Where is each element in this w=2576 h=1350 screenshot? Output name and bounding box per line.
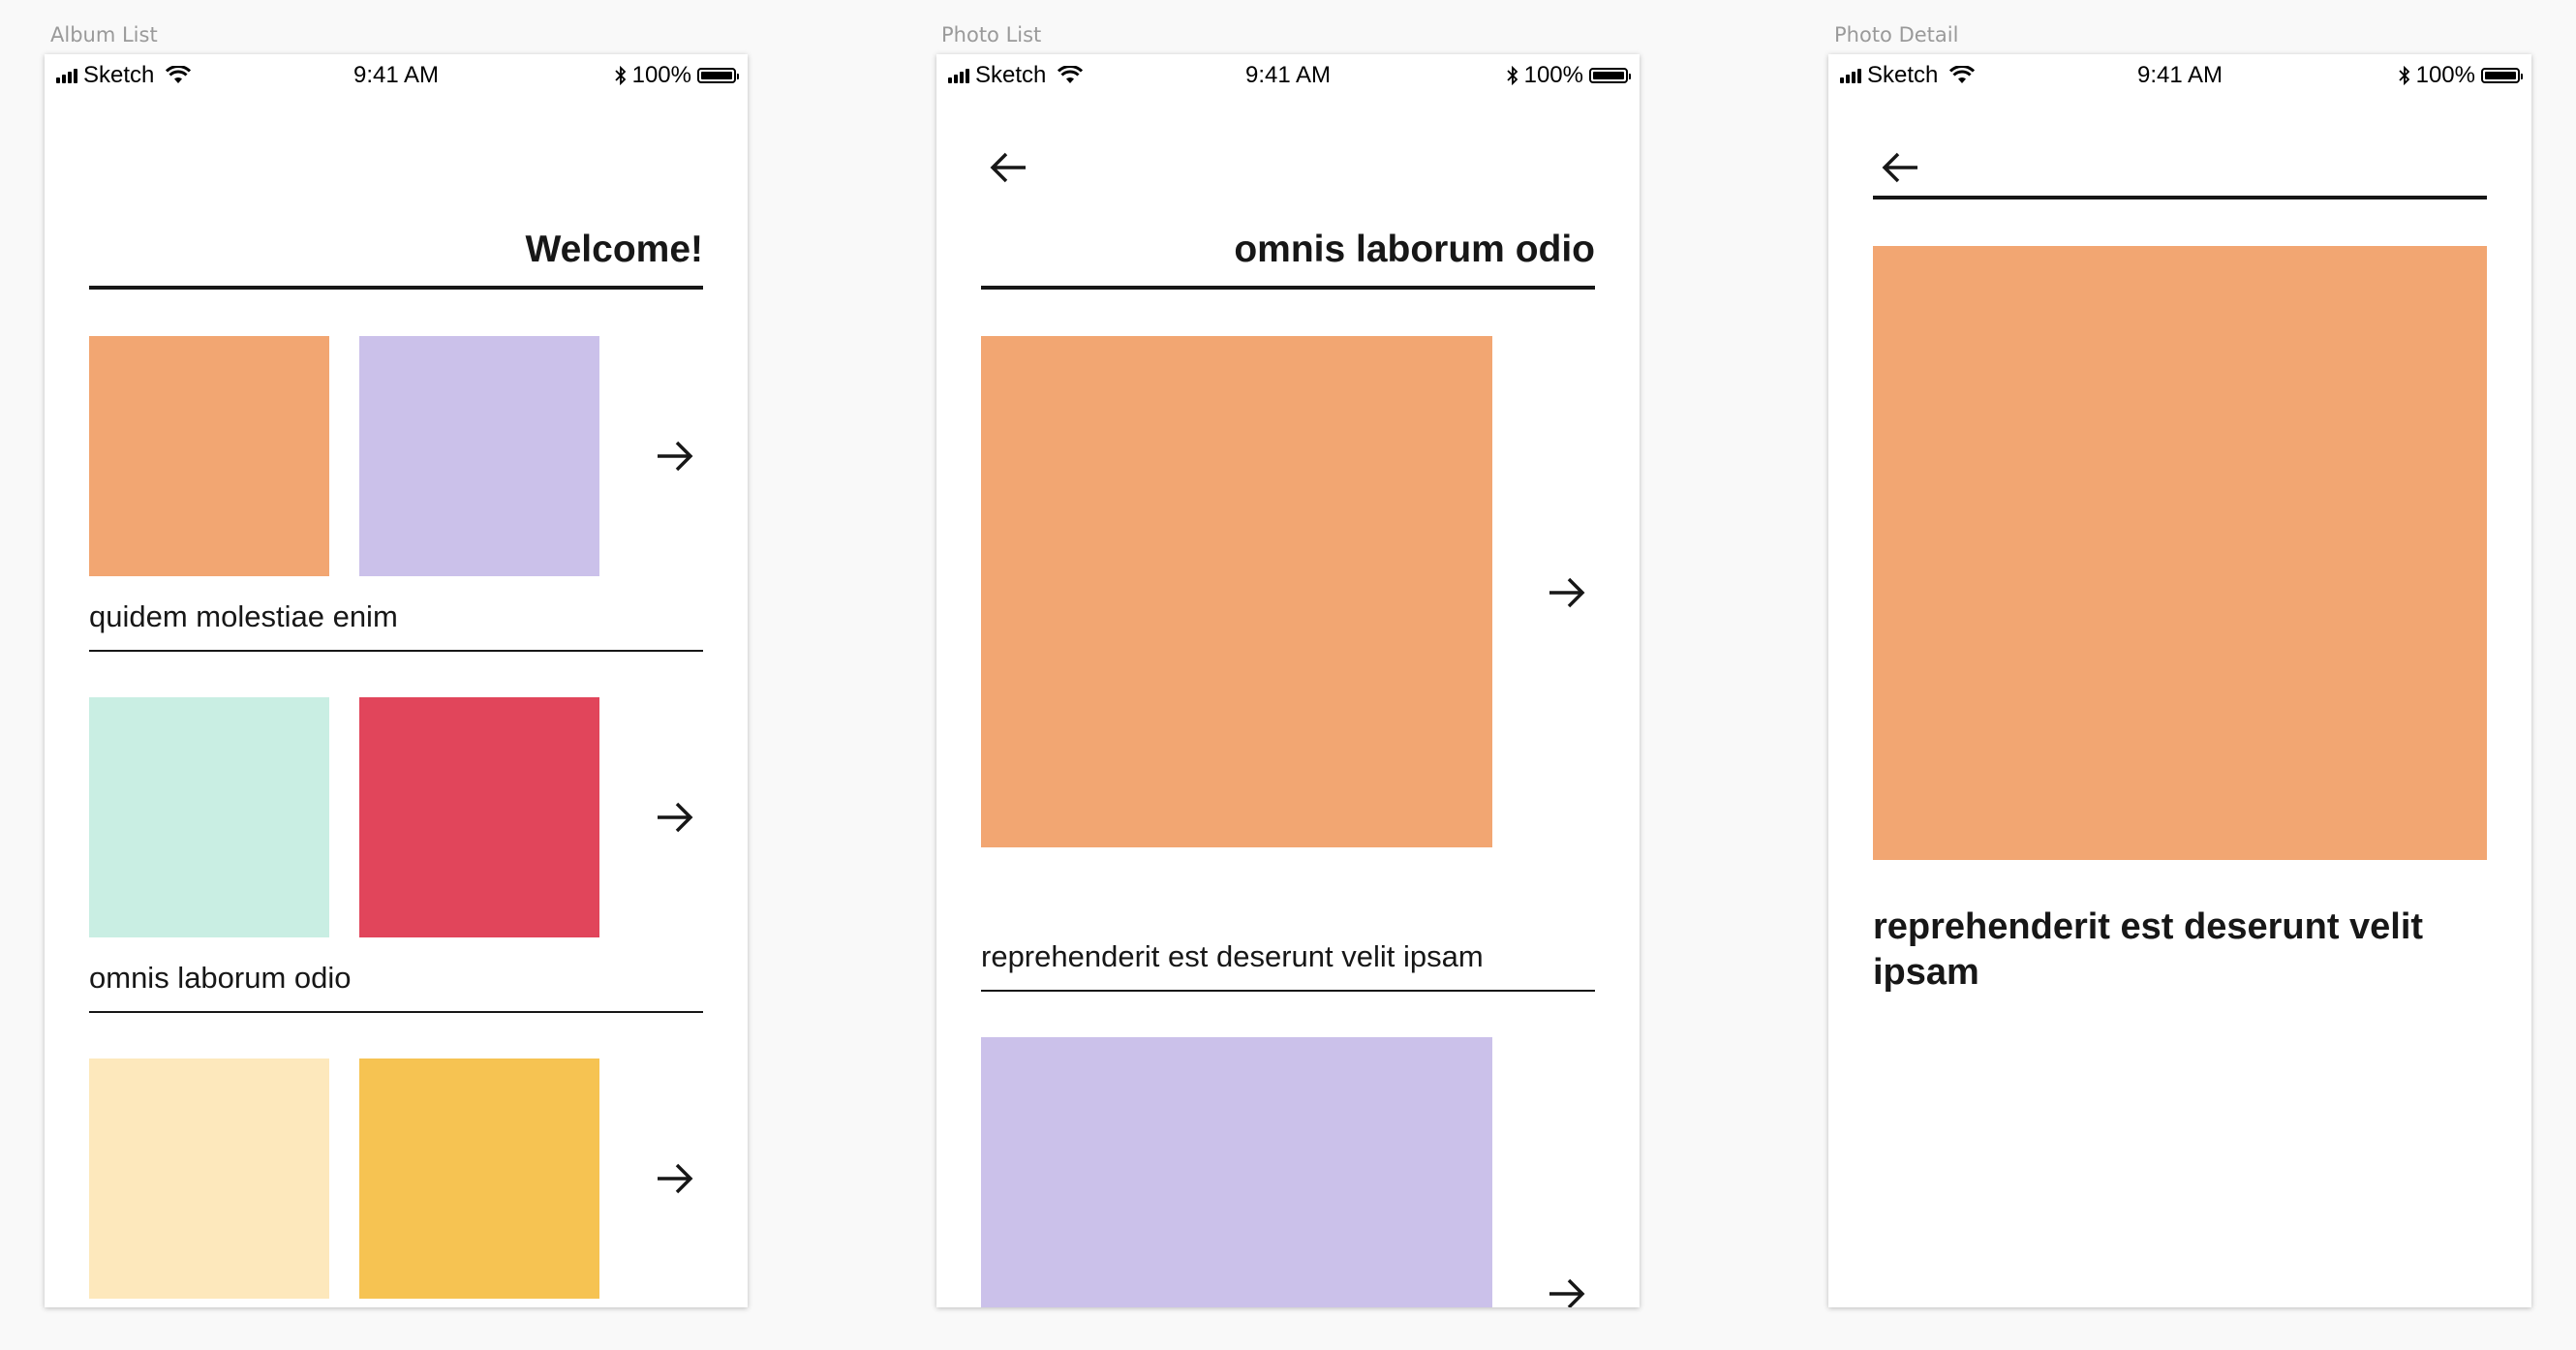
photo-detail-screen: Sketch 9:41 AM 100% reprehenderit est de… [1828, 54, 2531, 1307]
arrow-right-icon[interactable] [656, 801, 694, 834]
album-thumbnail [89, 336, 329, 576]
album-title: quidem molestiae enim [89, 599, 398, 633]
title-divider [981, 286, 1595, 290]
artboard-label-photo-list: Photo List [941, 23, 1042, 46]
arrow-left-icon[interactable] [1881, 151, 1919, 184]
artboard-label-photo-detail: Photo Detail [1834, 23, 1959, 46]
bluetooth-icon [1506, 66, 1518, 85]
photo-full [1873, 246, 2487, 860]
battery-percent: 100% [1523, 62, 1583, 88]
bluetooth-icon [614, 66, 626, 85]
status-bar: Sketch 9:41 AM 100% [1828, 54, 2531, 93]
row-divider [89, 650, 703, 652]
title-divider [89, 286, 703, 290]
row-divider [981, 990, 1595, 992]
battery-icon [1589, 68, 1631, 83]
photo-title: reprehenderit est deserunt velit ipsam [1873, 906, 2424, 993]
page-title: omnis laborum odio [1234, 229, 1595, 270]
arrow-left-icon[interactable] [989, 151, 1027, 184]
album-thumbnail [89, 1059, 329, 1299]
arrow-right-icon[interactable] [656, 440, 694, 473]
arrow-right-icon[interactable] [656, 1162, 694, 1195]
photo-thumbnail [981, 1037, 1492, 1307]
page-title: Welcome! [525, 229, 704, 270]
photo-list-screen: Sketch 9:41 AM 100% omnis laborum odio r… [936, 54, 1640, 1307]
album-title: omnis laborum odio [89, 961, 352, 995]
status-bar: Sketch 9:41 AM 100% [936, 54, 1640, 93]
arrow-right-icon[interactable] [1548, 576, 1586, 609]
arrow-right-icon[interactable] [1548, 1277, 1586, 1307]
battery-icon [2481, 68, 2523, 83]
album-thumbnail [359, 336, 599, 576]
battery-icon [697, 68, 739, 83]
album-thumbnail [359, 1059, 599, 1299]
photo-caption: reprehenderit est deserunt velit ipsam [981, 939, 1484, 973]
battery-percent: 100% [631, 62, 691, 88]
album-thumbnail [359, 697, 599, 937]
artboard-label-album-list: Album List [50, 23, 158, 46]
battery-percent: 100% [2415, 62, 2475, 88]
album-thumbnail [89, 697, 329, 937]
photo-thumbnail [981, 336, 1492, 847]
album-list-screen: Sketch 9:41 AM 100% Welcome! quidem mole… [45, 54, 748, 1307]
bluetooth-icon [2398, 66, 2409, 85]
row-divider [89, 1011, 703, 1013]
header-divider [1873, 196, 2487, 199]
status-bar: Sketch 9:41 AM 100% [45, 54, 748, 93]
